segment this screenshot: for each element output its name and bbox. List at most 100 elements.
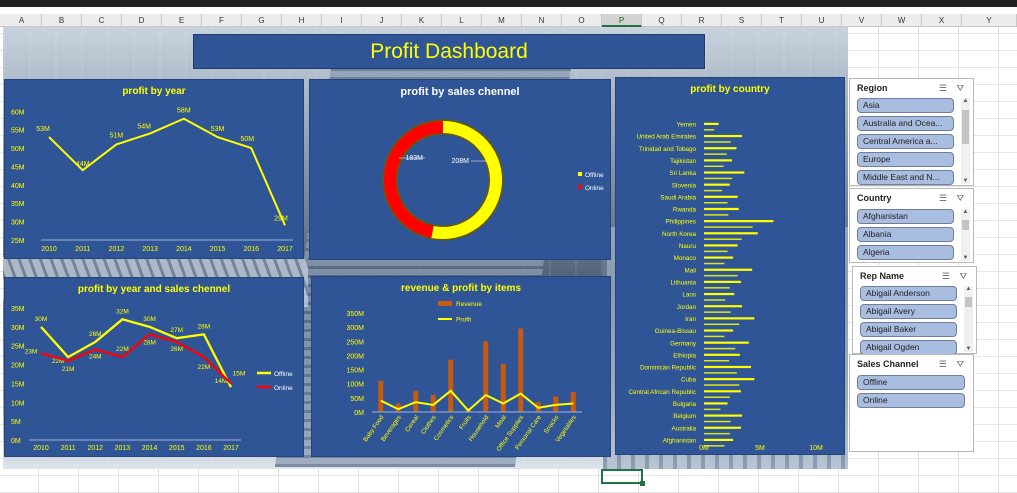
column-header-j[interactable]: J xyxy=(362,14,402,27)
slicer-region[interactable]: Region ☰ ⛛ Asia Australia and Ocea... Ce… xyxy=(849,78,974,186)
scroll-thumb[interactable] xyxy=(965,297,972,307)
column-header-u[interactable]: U xyxy=(802,14,842,27)
column-header-v[interactable]: V xyxy=(842,14,882,27)
slicer-item[interactable]: Middle East and N... xyxy=(857,170,954,185)
slicer-item[interactable]: Afghanistan xyxy=(857,209,954,224)
y-category-label: Tajikistan xyxy=(670,158,696,165)
slicer-scrollbar[interactable]: ▲ ▼ xyxy=(961,98,970,184)
bar-minor xyxy=(704,165,724,168)
slicer-item[interactable]: Algeria xyxy=(857,245,954,260)
x-tick-label: Cereal xyxy=(404,414,420,433)
slicer-item[interactable]: Asia xyxy=(857,98,954,113)
scroll-up-icon[interactable]: ▲ xyxy=(961,98,970,104)
y-category-label: Saudi Arabia xyxy=(660,194,696,201)
column-header-c[interactable]: C xyxy=(82,14,122,27)
column-header-m[interactable]: M xyxy=(482,14,522,27)
chart-revenue-profit-by-items[interactable]: revenue & profit by items 0M 50M 100M 150M 2… xyxy=(311,276,611,457)
legend-swatch xyxy=(578,185,582,189)
column-header-b[interactable]: B xyxy=(42,14,82,27)
chart-profit-by-year-and-sales-channel[interactable]: profit by year and sales chennel 0M 5M 10M… xyxy=(4,277,304,457)
slicer-item[interactable]: Europe xyxy=(857,152,954,167)
column-header-i[interactable]: I xyxy=(322,14,362,27)
column-header-h[interactable]: H xyxy=(282,14,322,27)
column-header-w[interactable]: W xyxy=(882,14,922,27)
slicer-item[interactable]: Abigail Baker xyxy=(860,322,957,337)
column-header-e[interactable]: E xyxy=(162,14,202,27)
column-header-p[interactable]: P xyxy=(602,14,642,27)
slicer-rep-name[interactable]: Rep Name ☰ ⛛ Abigail Anderson Abigail Av… xyxy=(852,266,977,355)
clear-filter-icon[interactable]: ⛛ xyxy=(956,359,964,370)
selected-cell[interactable] xyxy=(601,469,645,486)
legend-label: Profit xyxy=(456,317,471,324)
bar-united-arab-emirates xyxy=(704,134,743,138)
clear-filter-icon[interactable]: ⛛ xyxy=(956,83,964,94)
column-header-a[interactable]: A xyxy=(2,14,42,27)
bar-minor xyxy=(704,153,727,155)
column-header-n[interactable]: N xyxy=(522,14,562,27)
y-category-label: Australia xyxy=(672,425,697,432)
slicer-header: Region ☰ ⛛ xyxy=(850,79,973,97)
multi-select-icon[interactable]: ☰ xyxy=(939,359,947,370)
slicer-sales-channel[interactable]: Sales Channel ☰ ⛛ Offline Online xyxy=(849,354,974,452)
multi-select-icon[interactable]: ☰ xyxy=(939,193,947,204)
column-header-g[interactable]: G xyxy=(242,14,282,27)
slicer-item[interactable]: Offline xyxy=(857,375,965,390)
scroll-down-icon[interactable]: ▼ xyxy=(961,178,970,184)
bar-minor xyxy=(704,396,730,398)
profit-series-line xyxy=(380,389,574,412)
bar-minor xyxy=(704,238,742,240)
multi-select-icon[interactable]: ☰ xyxy=(942,271,950,282)
x-tick-label: 0M xyxy=(699,445,709,452)
scroll-down-icon[interactable]: ▼ xyxy=(964,346,973,352)
slicer-scrollbar[interactable]: ▲ ▼ xyxy=(964,286,973,352)
clear-filter-icon[interactable]: ⛛ xyxy=(959,271,967,282)
x-tick-label: 2012 xyxy=(109,246,125,253)
column-header-bar[interactable]: ABCDEFGHIJKLMNOPQRSTUVWXY xyxy=(0,14,1017,27)
chart-profit-by-sales-channel[interactable]: profit by sales chennel 208M 183M Offline O… xyxy=(309,79,611,260)
scroll-thumb[interactable] xyxy=(962,220,969,230)
slicer-item[interactable]: Abigail Ogden xyxy=(860,340,957,355)
scroll-down-icon[interactable]: ▼ xyxy=(961,255,970,261)
column-header-s[interactable]: S xyxy=(722,14,762,27)
bar-minor xyxy=(704,274,738,277)
y-category-label: Philippines xyxy=(666,219,696,226)
column-header-l[interactable]: L xyxy=(442,14,482,27)
column-header-x[interactable]: X xyxy=(922,14,962,27)
y-category-label: Ethiopia xyxy=(673,352,696,359)
y-tick-label: 15M xyxy=(11,381,25,388)
column-header-q[interactable]: Q xyxy=(642,14,682,27)
column-header-t[interactable]: T xyxy=(762,14,802,27)
clear-filter-icon[interactable]: ⛛ xyxy=(956,193,964,204)
column-header-f[interactable]: F xyxy=(202,14,242,27)
y-tick-label: 25M xyxy=(11,238,25,245)
column-header-o[interactable]: O xyxy=(562,14,602,27)
column-header-d[interactable]: D xyxy=(122,14,162,27)
slicer-scrollbar[interactable]: ▲ ▼ xyxy=(961,209,970,261)
y-category-label: Bulgaria xyxy=(673,401,697,408)
column-header-r[interactable]: R xyxy=(682,14,722,27)
slicer-item[interactable]: Albania xyxy=(857,227,954,242)
scroll-thumb[interactable] xyxy=(962,110,969,144)
data-label: 23M xyxy=(25,348,38,355)
scroll-up-icon[interactable]: ▲ xyxy=(964,286,973,292)
bar-minor xyxy=(704,311,731,313)
y-tick-label: 50M xyxy=(350,396,364,403)
y-category-label: Nauru xyxy=(679,243,697,250)
slicer-item[interactable]: Online xyxy=(857,393,965,408)
legend-label: Offline xyxy=(274,371,293,378)
column-header-y[interactable]: Y xyxy=(962,14,1017,27)
multi-select-icon[interactable]: ☰ xyxy=(939,83,947,94)
slicer-item[interactable]: Australia and Ocea... xyxy=(857,116,954,131)
scroll-up-icon[interactable]: ▲ xyxy=(961,209,970,215)
bar-minor xyxy=(704,202,728,204)
y-tick-label: 60M xyxy=(11,109,25,116)
slicer-country[interactable]: Country ☰ ⛛ Afghanistan Albania Algeria … xyxy=(849,188,974,263)
y-tick-label: 35M xyxy=(11,201,25,208)
slicer-item[interactable]: Central America a... xyxy=(857,134,954,149)
slicer-item[interactable]: Abigail Anderson xyxy=(860,286,957,301)
chart-profit-by-country[interactable]: profit by country Yemen United Arab Emira… xyxy=(615,77,845,455)
chart-profit-by-year[interactable]: profit by year 25M 30M 35M 40M 45M 50M 55M 60M 2… xyxy=(4,79,304,259)
column-header-k[interactable]: K xyxy=(402,14,442,27)
slicer-item[interactable]: Abigail Avery xyxy=(860,304,957,319)
bar-minor xyxy=(704,372,737,374)
